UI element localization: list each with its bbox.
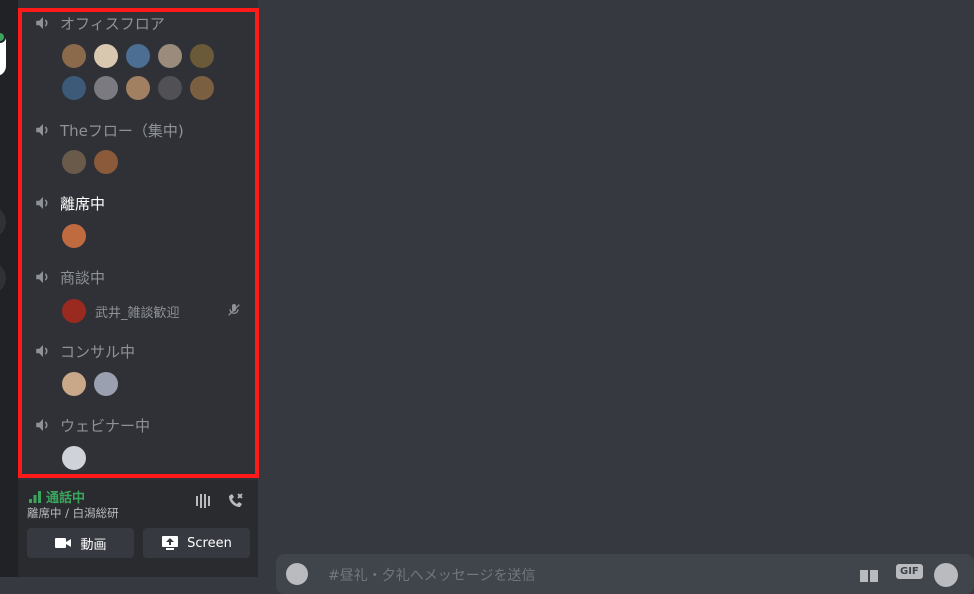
voice-connection-panel: 通話中 離席中 / 白潟総研 動画 Screen <box>18 480 258 577</box>
speaker-icon <box>36 197 48 209</box>
voice-channel-the-flow[interactable]: Theフロー（集中) <box>34 118 184 142</box>
voice-channel-away[interactable]: 離席中 <box>34 191 105 215</box>
channel-name: 商談中 <box>60 268 106 287</box>
user-avatar[interactable] <box>190 44 214 68</box>
user-avatar[interactable] <box>62 76 86 100</box>
channel-members <box>62 372 118 396</box>
user-avatar[interactable] <box>126 76 150 100</box>
speaker-icon <box>36 419 48 431</box>
user-avatar[interactable] <box>158 44 182 68</box>
user-avatar[interactable] <box>158 76 182 100</box>
screen-share-label: Screen <box>187 535 232 551</box>
server-icon[interactable] <box>0 262 6 294</box>
channel-members <box>62 76 214 100</box>
voice-status-label: 通話中 <box>46 491 86 506</box>
channel-members <box>62 150 118 174</box>
add-attachment-icon[interactable] <box>286 563 308 585</box>
user-avatar[interactable] <box>190 76 214 100</box>
server-icon[interactable] <box>0 206 6 238</box>
screen-share-icon <box>162 536 179 550</box>
voice-status: 通話中 <box>28 487 85 506</box>
server-list <box>0 0 18 577</box>
channel-name: オフィスフロア <box>60 14 165 33</box>
user-avatar[interactable] <box>62 446 86 470</box>
channel-member[interactable]: 武井_雑談歓迎 <box>62 298 242 324</box>
user-avatar[interactable] <box>62 44 86 68</box>
user-avatar[interactable] <box>94 76 118 100</box>
voice-channel-meeting[interactable]: 商談中 <box>34 265 105 289</box>
channel-members <box>62 44 214 68</box>
channel-name: Theフロー（集中) <box>60 121 184 140</box>
video-button-label: 動画 <box>80 537 107 553</box>
mic-muted-icon <box>228 304 240 316</box>
user-avatar[interactable] <box>94 44 118 68</box>
signal-icon[interactable] <box>28 490 42 504</box>
video-button[interactable]: 動画 <box>27 528 134 558</box>
user-avatar[interactable] <box>62 150 86 174</box>
channel-members <box>62 224 86 248</box>
disconnect-icon[interactable] <box>226 492 244 510</box>
voice-controls <box>194 492 244 510</box>
channel-name: ウェビナー中 <box>60 416 151 435</box>
voice-channel-office-floor[interactable]: オフィスフロア <box>34 11 165 35</box>
user-avatar <box>62 299 86 323</box>
channel-name: 離席中 <box>60 194 106 213</box>
user-avatar[interactable] <box>62 224 86 248</box>
channel-members <box>62 446 86 470</box>
speaker-icon <box>36 271 48 283</box>
screen-share-button[interactable]: Screen <box>143 528 250 558</box>
speaker-icon <box>36 345 48 357</box>
user-avatar[interactable] <box>62 372 86 396</box>
voice-location[interactable]: 離席中 / 白潟総研 <box>27 505 119 521</box>
voice-channel-consulting[interactable]: コンサル中 <box>34 339 135 363</box>
message-input-bar[interactable]: #昼礼・夕礼へメッセージを送信 GIF <box>276 554 974 594</box>
speaker-icon <box>36 17 48 29</box>
member-name: 武井_雑談歓迎 <box>95 305 180 321</box>
noise-suppression-icon[interactable] <box>194 492 212 510</box>
speaker-icon <box>36 124 48 136</box>
message-input-placeholder[interactable]: #昼礼・夕礼へメッセージを送信 <box>328 565 535 585</box>
emoji-icon[interactable] <box>934 563 958 587</box>
video-camera-icon <box>55 538 72 548</box>
voice-channel-webinar[interactable]: ウェビナー中 <box>34 413 150 437</box>
server-icon[interactable] <box>0 38 6 76</box>
user-avatar[interactable] <box>94 150 118 174</box>
user-avatar[interactable] <box>94 372 118 396</box>
gift-icon[interactable] <box>858 564 880 582</box>
channel-name: コンサル中 <box>60 342 136 361</box>
user-avatar[interactable] <box>126 44 150 68</box>
